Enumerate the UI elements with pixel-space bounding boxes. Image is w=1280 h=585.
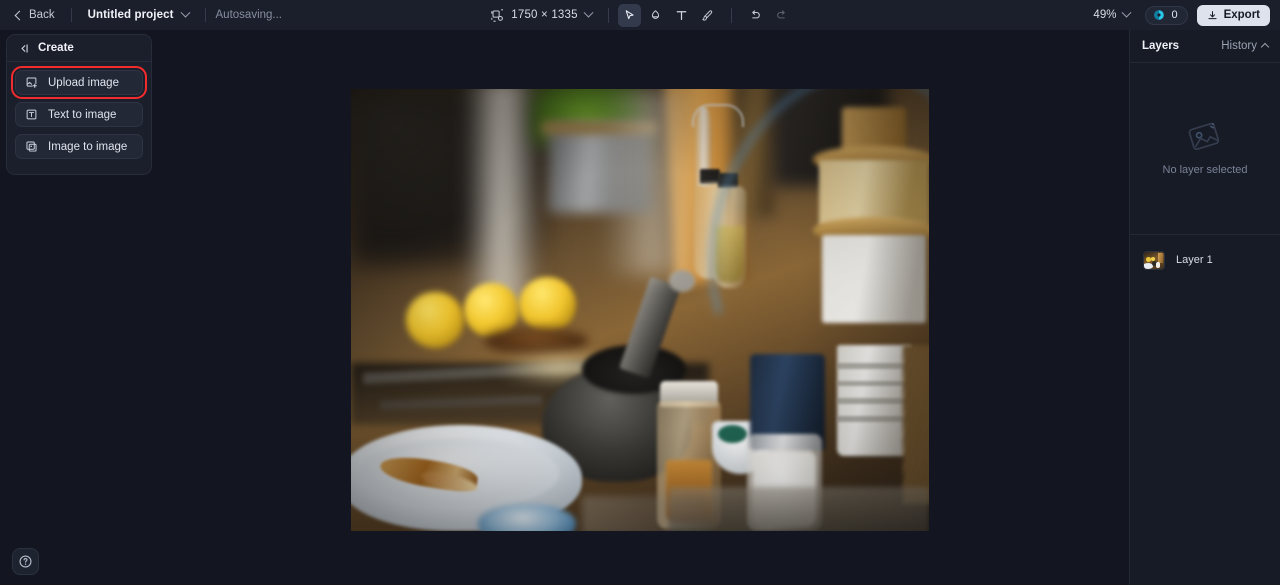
- project-name-dropdown[interactable]: Untitled project: [82, 6, 195, 24]
- layer-thumbnail: [1143, 250, 1165, 270]
- canvas-image[interactable]: [351, 89, 929, 531]
- artboard[interactable]: [351, 89, 929, 531]
- collapse-panel-icon[interactable]: [17, 42, 30, 55]
- zoom-level-label: 49%: [1093, 9, 1117, 21]
- tab-layers[interactable]: Layers: [1142, 40, 1179, 52]
- layer-name-label: Layer 1: [1176, 254, 1213, 266]
- sidebar-item-image-to-image-label: Image to image: [48, 140, 128, 153]
- chevron-up-icon: [1260, 42, 1270, 52]
- list-item[interactable]: Layer 1: [1138, 245, 1272, 275]
- top-toolbar: Back Untitled project Autosaving... 1750…: [0, 0, 1280, 30]
- help-button[interactable]: [12, 548, 39, 575]
- canvas-area[interactable]: [0, 30, 1129, 585]
- brush-tool[interactable]: [696, 4, 719, 27]
- redo-button[interactable]: [770, 4, 793, 27]
- credits-count: 0: [1171, 9, 1178, 21]
- tab-history[interactable]: History: [1221, 40, 1270, 52]
- create-panel: Create Upload image Text to image Image …: [6, 34, 152, 175]
- layers-panel: Layers History No layer selected Layer 1: [1129, 30, 1280, 585]
- divider: [607, 7, 609, 23]
- select-tool[interactable]: [617, 3, 641, 27]
- create-panel-title: Create: [38, 42, 74, 54]
- chevron-down-icon: [180, 7, 190, 18]
- layer-empty-state: No layer selected: [1130, 63, 1280, 235]
- autosave-status: Autosaving...: [215, 9, 282, 21]
- sidebar-item-upload-image-label: Upload image: [48, 76, 119, 89]
- export-button-label: Export: [1223, 9, 1260, 21]
- export-button[interactable]: Export: [1196, 4, 1270, 26]
- project-name-label: Untitled project: [87, 9, 174, 21]
- zoom-dropdown[interactable]: 49%: [1087, 6, 1136, 24]
- canvas-size-label: 1750 × 1335: [511, 9, 578, 21]
- toolbar-right-group: 49% 0 Export: [1087, 0, 1270, 30]
- credits-badge[interactable]: 0: [1145, 5, 1188, 25]
- no-layer-image-icon: [1188, 122, 1222, 152]
- toolbar-left-group: Back Untitled project Autosaving...: [0, 0, 282, 30]
- eraser-tool[interactable]: [644, 4, 667, 27]
- image-upload-icon: [25, 76, 38, 89]
- divider: [730, 7, 732, 23]
- canvas-resize-icon: [491, 8, 504, 22]
- back-button[interactable]: Back: [10, 6, 61, 24]
- divider: [70, 8, 72, 22]
- sidebar-item-text-to-image[interactable]: Text to image: [15, 102, 143, 127]
- chevron-down-icon: [1122, 7, 1132, 18]
- chevron-down-icon: [583, 7, 594, 18]
- help-question-icon: [18, 554, 33, 569]
- text-tool[interactable]: [670, 4, 693, 27]
- create-panel-header: Create: [7, 35, 151, 62]
- back-button-label: Back: [29, 9, 55, 21]
- tool-group: [617, 3, 793, 27]
- tab-history-label: History: [1221, 40, 1257, 52]
- sidebar-item-upload-image[interactable]: Upload image: [11, 66, 147, 99]
- sidebar-item-image-to-image[interactable]: Image to image: [15, 134, 143, 159]
- text-to-image-icon: [25, 108, 38, 121]
- download-icon: [1207, 10, 1218, 21]
- canvas-size-dropdown[interactable]: 1750 × 1335: [487, 6, 598, 25]
- undo-button[interactable]: [744, 4, 767, 27]
- image-to-image-icon: [25, 140, 38, 153]
- chevron-left-icon: [14, 10, 25, 20]
- credits-coin-icon: [1153, 9, 1165, 21]
- layer-empty-state-label: No layer selected: [1162, 163, 1248, 176]
- image-editor-app: Back Untitled project Autosaving... 1750…: [0, 0, 1280, 585]
- layers-panel-header: Layers History: [1130, 30, 1280, 63]
- divider: [204, 8, 206, 22]
- sidebar-item-text-to-image-label: Text to image: [48, 108, 117, 121]
